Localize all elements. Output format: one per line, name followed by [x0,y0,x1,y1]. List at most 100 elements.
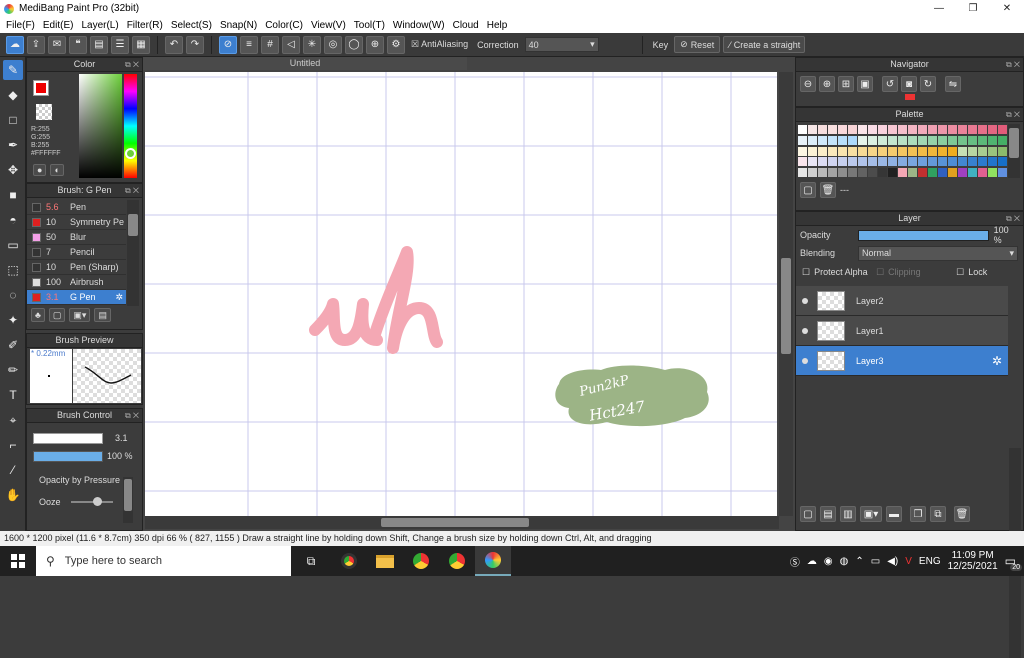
gradient-tool-icon[interactable]: ▭ [3,235,23,255]
palette-swatch[interactable] [858,146,867,156]
palette-swatch[interactable] [978,125,987,134]
reset-button[interactable]: ⊘ Reset [674,36,721,53]
clipping-checkbox[interactable]: ☐ [876,267,884,278]
brush-opacity-slider[interactable] [33,451,103,462]
circle-snap-icon[interactable]: ⊕ [366,35,384,54]
layer-row[interactable]: Layer1 [796,316,1008,346]
palette-scrollbar[interactable] [1008,124,1020,178]
gear-icon[interactable]: ✲ [115,292,123,303]
palette-swatch[interactable] [918,168,927,178]
snap-off-icon[interactable]: ⊘ [219,35,237,54]
cloud-icon[interactable]: ☁ [6,35,24,54]
scrollbar-thumb[interactable] [1009,128,1019,158]
palette-swatch[interactable] [798,125,807,134]
trash-icon[interactable]: 🗑 [954,506,970,522]
ooze-slider[interactable] [71,497,113,506]
palette-swatch[interactable] [888,125,897,134]
layer-row-selected[interactable]: Layer3 ✲ [796,346,1008,376]
brush-item[interactable]: 50 Blur [27,230,126,245]
palette-swatch[interactable] [808,146,817,156]
palette-swatch[interactable] [968,146,977,156]
select-pen-tool-icon[interactable]: ✐ [3,335,23,355]
palette-swatch[interactable] [868,157,877,167]
menu-file[interactable]: File(F) [2,20,39,31]
palette-swatch[interactable] [898,125,907,134]
reset-view-icon[interactable]: ◙ [901,76,917,92]
palette-swatch[interactable] [898,157,907,167]
chevron-up-icon[interactable]: ⌃ [855,556,863,567]
palette-swatch[interactable] [938,168,947,178]
rectangle-tool-icon[interactable]: □ [3,110,23,130]
menu-layer[interactable]: Layer(L) [77,20,122,31]
palette-swatch[interactable] [908,135,917,145]
palette-swatch[interactable] [938,146,947,156]
brush-item[interactable]: 5.6 Pen [27,200,126,215]
foreground-color-swatch[interactable] [33,80,49,96]
menu-color[interactable]: Color(C) [261,20,307,31]
palette-swatch[interactable] [978,135,987,145]
palette-swatch[interactable] [968,135,977,145]
palette-swatch[interactable] [908,125,917,134]
antialias-checkbox[interactable]: ☒ AntiAliasing [408,39,471,50]
palette-swatch[interactable] [928,157,937,167]
task-view-icon[interactable]: ⧉ [291,554,331,569]
palette-swatch[interactable] [818,125,827,134]
palette-swatch[interactable] [908,157,917,167]
palette-swatch[interactable] [958,168,967,178]
palette-swatch[interactable] [878,146,887,156]
correction-select[interactable]: 40 ▾ [524,37,599,52]
palette-swatch[interactable] [818,168,827,178]
radial-snap-icon[interactable]: ✳ [303,35,321,54]
close-icon[interactable]: ⧉ ✕ [125,409,139,422]
palette-swatch[interactable] [808,157,817,167]
palette-swatch[interactable] [948,157,957,167]
brush-settings-icon[interactable]: ▤ [94,308,111,322]
add-brush-icon[interactable]: ▣▾ [69,308,91,322]
network-icon[interactable]: ▭ [871,556,880,567]
saturation-value-picker[interactable] [79,74,122,178]
palette-swatch[interactable] [818,146,827,156]
palette-swatch[interactable] [938,135,947,145]
palette-swatch[interactable] [888,168,897,178]
cloud-brush-icon[interactable]: ♣ [31,308,45,322]
palette-swatch[interactable] [818,157,827,167]
palette-swatch[interactable] [828,168,837,178]
brush-size-slider[interactable] [33,433,103,444]
palette-swatch[interactable] [978,157,987,167]
new-halftone-layer-icon[interactable]: ▤ [820,506,836,522]
rotate-left-icon[interactable]: ↺ [882,76,898,92]
background-color-swatch[interactable] [36,104,52,120]
palette-swatch[interactable] [958,125,967,134]
curve-snap-icon[interactable]: ◯ [345,35,363,54]
document-tab[interactable]: Untitled [143,57,467,70]
palette-swatch[interactable] [928,168,937,178]
comment-icon[interactable]: ✉ [48,35,66,54]
clock[interactable]: 11:09 PM 12/25/2021 [948,550,998,572]
scrollbar-thumb[interactable] [128,214,138,236]
protect-alpha-checkbox[interactable]: ☐ [802,267,810,278]
palette-swatch[interactable] [958,135,967,145]
palette-swatch[interactable] [978,168,987,178]
duplicate-layer-icon[interactable]: ❐ [910,506,926,522]
palette-swatch[interactable] [928,146,937,156]
palette-swatch[interactable] [858,135,867,145]
new-brush-icon[interactable]: ▢ [48,308,66,322]
palette-swatch[interactable] [928,125,937,134]
menu-snap[interactable]: Snap(N) [216,20,261,31]
scrollbar-thumb[interactable] [781,258,791,354]
palette-swatch[interactable] [868,168,877,178]
palette-swatch[interactable] [798,157,807,167]
select-rect-tool-icon[interactable]: ⬚ [3,260,23,280]
palette-swatch[interactable] [878,157,887,167]
upload-icon[interactable]: ⇪ [27,35,45,54]
move-tool-icon[interactable]: ✥ [3,160,23,180]
zoom-out-icon[interactable]: ⊖ [800,76,816,92]
palette-swatch[interactable] [918,146,927,156]
menu-help[interactable]: Help [483,20,512,31]
trash-icon[interactable]: 🗑 [820,182,836,198]
palette-swatch[interactable] [968,168,977,178]
brush-item[interactable]: 7 Pencil [27,245,126,260]
gear-icon[interactable]: ✲ [992,354,1002,368]
eraser-tool-icon[interactable]: ◆ [3,85,23,105]
palette-swatch[interactable] [838,168,847,178]
